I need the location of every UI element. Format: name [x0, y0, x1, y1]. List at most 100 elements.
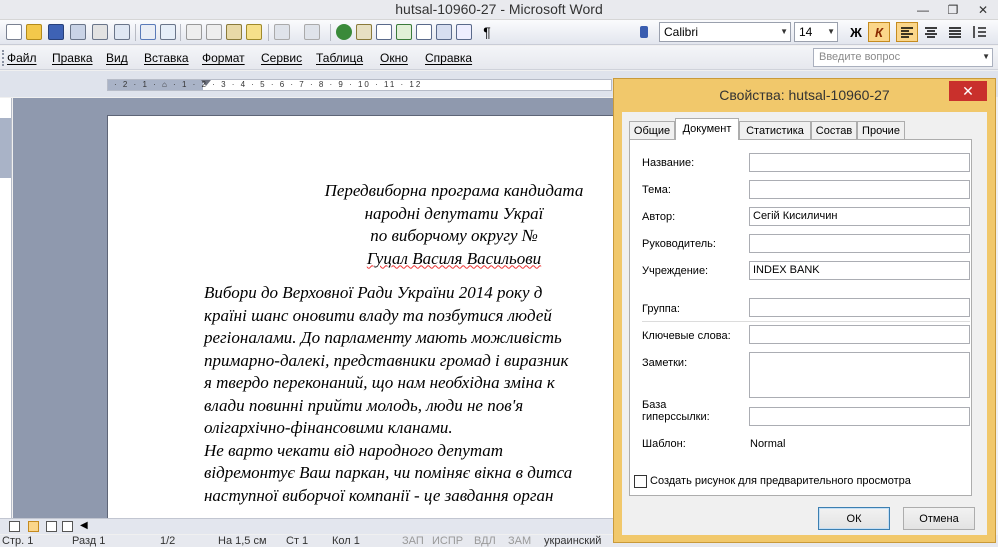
toolbar-separator — [135, 24, 136, 41]
ok-button[interactable]: ОК — [818, 507, 890, 530]
status-trk[interactable]: ИСПР — [432, 535, 463, 547]
insert-table-icon[interactable] — [376, 24, 392, 40]
permission-icon[interactable] — [70, 24, 86, 40]
document-text[interactable]: Передвиборна програма кандидата народні … — [204, 180, 613, 507]
vertical-ruler[interactable] — [0, 98, 12, 518]
research-icon[interactable] — [160, 24, 176, 40]
save-preview-label[interactable]: Создать рисунок для предварительного про… — [650, 475, 911, 487]
scroll-left-icon[interactable]: ◀ — [80, 520, 88, 531]
heading-line: по виборчому округу № — [370, 226, 538, 245]
maximize-button[interactable]: ❐ — [938, 0, 968, 20]
hyperlink-icon[interactable] — [336, 24, 352, 40]
tab-contents[interactable]: Состав — [811, 121, 857, 140]
justify-button[interactable] — [944, 22, 966, 42]
format-painter-icon[interactable] — [246, 24, 262, 40]
chevron-down-icon: ▼ — [982, 52, 990, 61]
document-page[interactable]: Передвиборна програма кандидата народні … — [107, 115, 613, 518]
template-value: Normal — [750, 438, 786, 450]
print-icon[interactable] — [92, 24, 108, 40]
line-spacing-button[interactable] — [968, 22, 990, 42]
status-rec[interactable]: ЗАП — [402, 535, 424, 547]
paste-icon[interactable] — [226, 24, 242, 40]
category-field[interactable] — [749, 298, 970, 317]
horizontal-ruler[interactable]: · 2 · 1 · ⌂ · 1 · 2 · 3 · 4 · 5 · 6 · 7 … — [107, 79, 612, 91]
justify-icon — [949, 27, 961, 38]
status-language: украинский — [544, 535, 602, 547]
menu-tools[interactable]: Сервис — [261, 51, 302, 65]
spelling-icon[interactable] — [140, 24, 156, 40]
minimize-button[interactable]: — — [908, 0, 938, 20]
document-map-icon[interactable] — [456, 24, 472, 40]
menu-help[interactable]: Справка — [425, 51, 472, 65]
align-center-button[interactable] — [920, 22, 942, 42]
author-field[interactable]: Сегій Кисиличин — [749, 207, 970, 226]
hyperlink-base-field[interactable] — [749, 407, 970, 426]
drawing-icon[interactable] — [436, 24, 452, 40]
open-folder-icon[interactable] — [26, 24, 42, 40]
save-preview-checkbox[interactable] — [634, 475, 647, 488]
toolbar-separator — [268, 24, 269, 41]
close-icon: ✕ — [962, 82, 974, 99]
save-icon[interactable] — [48, 24, 64, 40]
window-title: hutsal-10960-27 - Microsoft Word — [395, 1, 603, 17]
menu-table[interactable]: Таблица — [316, 51, 363, 65]
company-field[interactable]: INDEX BANK — [749, 261, 970, 280]
status-ovr[interactable]: ЗАМ — [508, 535, 531, 547]
fields-divider — [642, 321, 970, 322]
dialog-title-bar[interactable]: Свойства: hutsal-10960-27 ✕ — [614, 79, 995, 111]
font-name-select[interactable]: Calibri ▼ — [659, 22, 791, 42]
cancel-button[interactable]: Отмена — [903, 507, 975, 530]
menu-view[interactable]: Вид — [106, 51, 128, 65]
print-layout-view-icon[interactable] — [28, 521, 39, 532]
keywords-field[interactable] — [749, 325, 970, 344]
new-document-icon[interactable] — [6, 24, 22, 40]
tab-document[interactable]: Документ — [675, 118, 739, 140]
paragraph-line: Не варто чекати від народного депутат — [204, 440, 504, 460]
manager-field[interactable] — [749, 234, 970, 253]
font-size-select[interactable]: 14 ▼ — [794, 22, 838, 42]
align-left-button[interactable] — [896, 22, 918, 42]
reading-view-icon[interactable] — [62, 521, 73, 532]
tables-borders-icon[interactable] — [356, 24, 372, 40]
insert-excel-icon[interactable] — [396, 24, 412, 40]
print-preview-icon[interactable] — [114, 24, 130, 40]
menu-edit[interactable]: Правка — [52, 51, 93, 65]
subject-field[interactable] — [749, 180, 970, 199]
toolbar-separator — [330, 24, 331, 41]
menu-format[interactable]: Формат — [202, 51, 245, 65]
help-question-input[interactable]: Введите вопрос ▼ — [813, 48, 993, 67]
tab-general[interactable]: Общие — [629, 121, 675, 140]
columns-icon[interactable] — [416, 24, 432, 40]
status-column: Кол 1 — [332, 535, 360, 547]
cut-icon[interactable] — [186, 24, 202, 40]
toolbar-options-icon[interactable] — [640, 26, 648, 38]
web-layout-view-icon[interactable] — [46, 521, 57, 532]
chevron-down-icon: ▼ — [780, 27, 788, 36]
bold-button[interactable]: Ж — [845, 22, 867, 42]
status-ext[interactable]: ВДЛ — [474, 535, 496, 547]
font-name-value: Calibri — [664, 25, 699, 39]
dialog-title: Свойства: hutsal-10960-27 — [719, 87, 890, 103]
horizontal-scrollbar[interactable]: ◀ — [0, 518, 613, 534]
line-spacing-icon — [973, 26, 986, 38]
menu-file[interactable]: Файл — [7, 51, 37, 65]
tab-custom[interactable]: Прочие — [857, 121, 905, 140]
show-hide-paragraph-icon[interactable]: ¶ — [476, 22, 498, 42]
close-window-button[interactable]: ✕ — [968, 0, 998, 20]
paragraph-line: влади повинні прийти молодь, люди не пов… — [204, 395, 524, 415]
menu-insert[interactable]: Вставка — [144, 51, 189, 65]
redo-icon[interactable] — [304, 24, 320, 40]
normal-view-icon[interactable] — [9, 521, 20, 532]
copy-icon[interactable] — [206, 24, 222, 40]
italic-button[interactable]: К — [868, 22, 890, 42]
author-label: Автор: — [642, 211, 676, 223]
keywords-label: Ключевые слова: — [642, 330, 731, 342]
title-field[interactable] — [749, 153, 970, 172]
title-bar: hutsal-10960-27 - Microsoft Word — ❐ ✕ — [0, 0, 998, 20]
tab-statistics[interactable]: Статистика — [739, 121, 811, 140]
comments-field[interactable] — [749, 352, 970, 398]
undo-icon[interactable] — [274, 24, 290, 40]
dialog-close-button[interactable]: ✕ — [949, 81, 987, 101]
menu-bar: Файл Правка Вид Вставка Формат Сервис Та… — [0, 46, 998, 70]
menu-window[interactable]: Окно — [380, 51, 408, 65]
